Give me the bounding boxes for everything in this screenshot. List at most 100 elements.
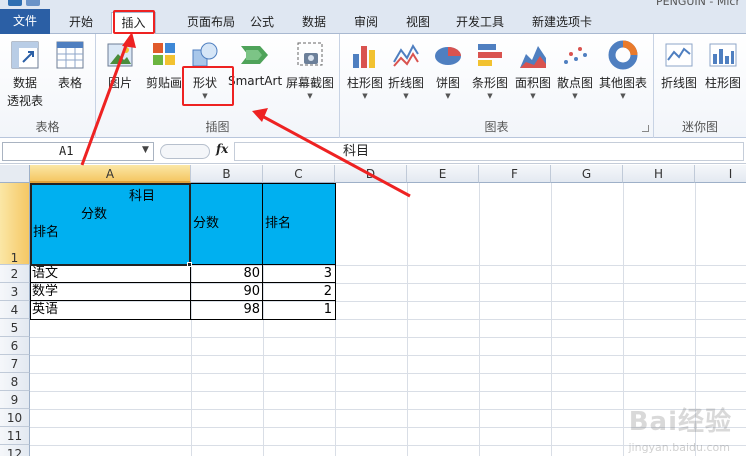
name-box-dropdown-icon[interactable]: ▼ xyxy=(142,145,149,155)
shapes-dropdown-icon: ▼ xyxy=(202,92,208,100)
other-charts-button[interactable]: 其他图表 ▼ xyxy=(596,40,650,100)
row-header-6[interactable]: 6 xyxy=(0,337,30,355)
tab-formulas[interactable]: 公式 xyxy=(240,12,284,34)
column-header-e[interactable]: E xyxy=(407,165,479,183)
tab-view[interactable]: 视图 xyxy=(396,12,440,34)
screenshot-button[interactable]: 屏幕截图 ▼ xyxy=(284,40,336,100)
tab-data[interactable]: 数据 xyxy=(292,12,336,34)
column-chart-icon xyxy=(353,46,375,68)
pivot-table-label-2: 透视表 xyxy=(6,94,43,108)
group-tables: 数据 透视表 表格 表格 xyxy=(0,34,96,138)
column-header-f[interactable]: F xyxy=(479,165,551,183)
charts-dialog-launcher-icon[interactable] xyxy=(642,125,649,132)
cell-c2[interactable]: 3 xyxy=(264,266,334,282)
formula-input[interactable]: 科目 xyxy=(234,142,744,161)
cell-b4[interactable]: 98 xyxy=(192,302,262,318)
gridline xyxy=(30,373,746,374)
pivot-table-label-1: 数据 xyxy=(12,76,37,90)
tab-new[interactable]: 新建选项卡 xyxy=(520,12,604,34)
clipart-button[interactable]: 剪贴画 xyxy=(142,40,186,91)
bar-chart-label: 条形图 xyxy=(471,76,508,90)
row-header-4[interactable]: 4 xyxy=(0,301,30,319)
name-box[interactable]: A1 xyxy=(2,142,154,161)
screenshot-label: 屏幕截图 xyxy=(285,76,334,90)
column-header-g[interactable]: G xyxy=(551,165,623,183)
column-header-c[interactable]: C xyxy=(263,165,335,183)
gridline xyxy=(30,319,746,320)
line-chart-label: 折线图 xyxy=(387,76,424,90)
function-controls: fx xyxy=(160,142,232,161)
pie-chart-dropdown-icon: ▼ xyxy=(445,92,451,100)
table-label: 表格 xyxy=(57,76,82,90)
clipart-label: 剪贴画 xyxy=(145,76,182,90)
line-chart-dropdown-icon: ▼ xyxy=(403,92,409,100)
quick-access-save-icon[interactable] xyxy=(8,0,22,6)
column-chart-button[interactable]: 柱形图 ▼ xyxy=(344,40,386,100)
cell-c1[interactable]: 排名 xyxy=(263,183,335,265)
group-charts-label: 图表 xyxy=(484,120,509,134)
cell-a4[interactable]: 英语 xyxy=(32,302,190,318)
area-chart-button[interactable]: 面积图 ▼ xyxy=(512,40,554,100)
pivot-table-button[interactable]: 数据 透视表 xyxy=(2,40,48,109)
pie-chart-button[interactable]: 饼图 ▼ xyxy=(428,40,468,100)
sparkline-column-icon xyxy=(709,43,737,67)
column-chart-label: 柱形图 xyxy=(346,76,383,90)
column-header-d[interactable]: D xyxy=(335,165,407,183)
cell-c3[interactable]: 2 xyxy=(264,284,334,300)
line-chart-icon xyxy=(393,43,419,67)
smartart-button[interactable]: SmartArt xyxy=(228,40,282,88)
cell-b3[interactable]: 90 xyxy=(192,284,262,300)
row-header-3[interactable]: 3 xyxy=(0,283,30,301)
row-header-9[interactable]: 9 xyxy=(0,391,30,409)
cell-a3[interactable]: 数学 xyxy=(32,284,190,300)
insert-function-icon[interactable]: fx xyxy=(216,142,228,156)
pivot-table-icon xyxy=(11,41,39,69)
quick-access-undo-icon[interactable] xyxy=(26,0,40,6)
cell-c4[interactable]: 1 xyxy=(264,302,334,318)
select-all-corner[interactable] xyxy=(0,165,30,183)
scatter-chart-button[interactable]: 散点图 ▼ xyxy=(554,40,596,100)
screenshot-icon xyxy=(297,42,323,66)
row-header-10[interactable]: 10 xyxy=(0,409,30,427)
bar-chart-button[interactable]: 条形图 ▼ xyxy=(468,40,512,100)
sparkline-column-button[interactable]: 柱形图 xyxy=(702,40,744,91)
formula-bar: A1 ▼ fx 科目 xyxy=(0,139,746,164)
formula-bar-toggle[interactable] xyxy=(160,144,210,159)
row-header-7[interactable]: 7 xyxy=(0,355,30,373)
cell-b2[interactable]: 80 xyxy=(192,266,262,282)
fill-handle[interactable] xyxy=(187,262,192,267)
column-header-a[interactable]: A xyxy=(30,165,191,183)
tab-home[interactable]: 开始 xyxy=(58,12,104,34)
scatter-chart-dropdown-icon: ▼ xyxy=(572,92,578,100)
sparkline-line-icon xyxy=(665,43,693,67)
shapes-label: 形状 xyxy=(192,76,217,90)
watermark: Bai经验 xyxy=(628,407,732,437)
tab-file[interactable]: 文件 xyxy=(0,9,50,34)
area-chart-icon xyxy=(520,46,546,68)
column-header-b[interactable]: B xyxy=(191,165,263,183)
line-chart-button[interactable]: 折线图 ▼ xyxy=(386,40,426,100)
row-header-1[interactable]: 1 xyxy=(0,183,30,265)
sparkline-line-button[interactable]: 折线图 xyxy=(658,40,700,91)
pie-chart-label: 饼图 xyxy=(435,76,460,90)
sparkline-line-label: 折线图 xyxy=(660,76,697,90)
row-header-5[interactable]: 5 xyxy=(0,319,30,337)
picture-button[interactable]: 图片 xyxy=(100,40,140,91)
row-header-2[interactable]: 2 xyxy=(0,265,30,283)
cell-a2[interactable]: 语文 xyxy=(32,266,190,282)
tab-insert[interactable]: 插入 xyxy=(111,12,156,35)
doughnut-chart-icon xyxy=(608,40,638,70)
column-header-h[interactable]: H xyxy=(623,165,695,183)
table-button[interactable]: 表格 xyxy=(50,40,90,91)
tab-review[interactable]: 审阅 xyxy=(344,12,388,34)
tab-developer[interactable]: 开发工具 xyxy=(448,12,512,34)
table-icon xyxy=(56,41,84,69)
row-header-11[interactable]: 11 xyxy=(0,427,30,445)
shapes-button[interactable]: 形状 ▼ xyxy=(188,40,222,100)
cell-b1[interactable]: 分数 xyxy=(191,183,263,265)
row-header-12[interactable]: 12 xyxy=(0,445,30,456)
column-header-i[interactable]: I xyxy=(695,165,746,183)
bar-chart-icon xyxy=(478,44,502,66)
row-header-8[interactable]: 8 xyxy=(0,373,30,391)
area-chart-label: 面积图 xyxy=(514,76,551,90)
